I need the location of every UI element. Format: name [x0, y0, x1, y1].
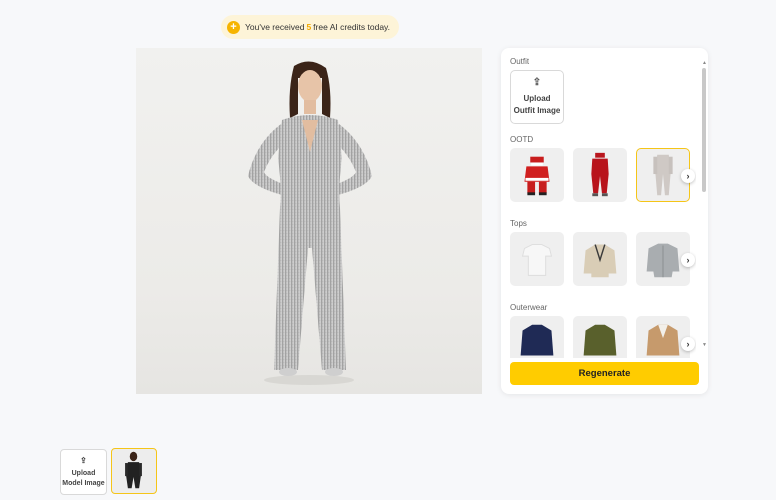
section-title-outerwear: Outerwear [510, 303, 548, 312]
outerwear-row: › [510, 316, 696, 358]
outfit-thumb-camel-blazer[interactable] [636, 316, 690, 358]
ootd-next-button[interactable]: › [681, 169, 695, 183]
outerwear-next-button[interactable]: › [681, 337, 695, 351]
outfit-thumb-olive-jacket[interactable] [573, 316, 627, 358]
ootd-row: › [510, 148, 696, 204]
model-figure [248, 61, 372, 385]
upload-outfit-label-1: Upload [523, 94, 551, 103]
scroll-up-arrow-icon[interactable]: ▲ [702, 60, 707, 66]
banner-suffix: free AI credits today. [313, 22, 391, 32]
result-preview-image [136, 48, 482, 394]
regenerate-button[interactable]: Regenerate [510, 362, 699, 385]
upload-icon: ⇪ [532, 77, 542, 88]
upload-outfit-button[interactable]: ⇪ Upload Outfit Image [510, 70, 564, 124]
outfit-thumb-red-jumpsuit[interactable] [573, 148, 627, 202]
upload-model-button[interactable]: ⇪ Upload Model Image [60, 449, 107, 495]
outfit-thumb-white-tshirt[interactable] [510, 232, 564, 286]
plus-circle-icon: + [227, 20, 240, 34]
credits-count: 5 [306, 22, 312, 32]
banner-prefix: You've received [245, 22, 305, 32]
outfit-panel: Outfit ⇪ Upload Outfit Image OOTD › Tops… [501, 48, 708, 394]
credits-banner: + You've received 5 free AI credits toda… [221, 15, 399, 39]
scroll-down-arrow-icon[interactable]: ▼ [702, 342, 707, 348]
upload-icon: ⇪ [80, 455, 87, 465]
section-title-outfit: Outfit [510, 57, 530, 66]
panel-scrollbar[interactable]: ▲ ▼ [702, 60, 707, 350]
upload-model-label-1: Upload [71, 469, 96, 477]
model-thumbnail-selected[interactable] [111, 448, 157, 494]
tops-next-button[interactable]: › [681, 253, 695, 267]
scroll-thumb[interactable] [702, 68, 706, 192]
tops-row: › [510, 232, 696, 288]
upload-outfit-label-2: Outfit Image [513, 106, 561, 115]
outfit-thumb-santa-suit[interactable] [510, 148, 564, 202]
outfit-thumb-navy-jacket[interactable] [510, 316, 564, 358]
outfit-thumb-beige-cardigan[interactable] [573, 232, 627, 286]
outfit-scroll-area[interactable]: Outfit ⇪ Upload Outfit Image OOTD › Tops… [510, 56, 696, 358]
upload-model-label-2: Model Image [62, 479, 105, 487]
section-title-tops: Tops [510, 219, 527, 228]
section-title-ootd: OOTD [510, 135, 534, 144]
